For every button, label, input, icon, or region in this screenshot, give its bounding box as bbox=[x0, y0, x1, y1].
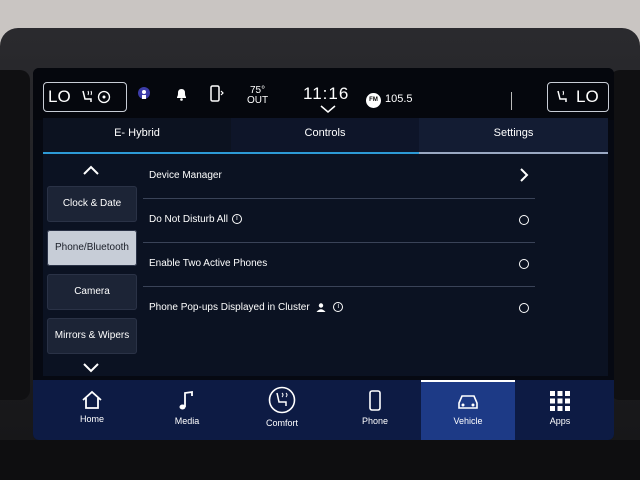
two-active-phones-label: Enable Two Active Phones bbox=[149, 258, 268, 269]
outside-temperature: 75° OUT bbox=[247, 86, 268, 106]
do-not-disturb-text: Do Not Disturb All bbox=[149, 214, 228, 225]
dock-media-button[interactable]: Media bbox=[140, 380, 234, 440]
passenger-temp-value: LO bbox=[576, 87, 599, 106]
two-active-phones-row[interactable]: Enable Two Active Phones bbox=[143, 242, 535, 287]
info-icon[interactable]: i bbox=[333, 302, 344, 313]
dock-phone-button[interactable]: Phone bbox=[328, 380, 422, 440]
driver-temp-value: LO bbox=[48, 87, 71, 106]
phone-popups-toggle[interactable] bbox=[519, 303, 529, 313]
status-divider bbox=[511, 92, 512, 110]
dock-vehicle-label: Vehicle bbox=[453, 416, 483, 426]
dock-apps-button[interactable]: Apps bbox=[513, 380, 607, 440]
tab-settings[interactable]: Settings bbox=[419, 118, 608, 154]
do-not-disturb-row[interactable]: Do Not Disturb All i bbox=[143, 198, 535, 243]
driver-assist-icon[interactable] bbox=[137, 86, 151, 102]
chevron-down-icon[interactable] bbox=[81, 362, 101, 374]
status-bar: LO 75° OUT 11:16 FM 105.5 LO bbox=[33, 68, 614, 120]
right-trim bbox=[610, 70, 640, 400]
top-tabs: E- Hybrid Controls Settings bbox=[43, 118, 608, 154]
nav-item-mirrors-wipers[interactable]: Mirrors & Wipers bbox=[47, 318, 137, 354]
phone-popups-label: Phone Pop-ups Displayed in Cluster i bbox=[149, 302, 344, 313]
chevron-right-icon bbox=[520, 168, 529, 182]
settings-panel: Clock & Date Phone/Bluetooth Camera Mirr… bbox=[43, 154, 608, 376]
heated-seat-icon bbox=[81, 90, 92, 102]
device-manager-label: Device Manager bbox=[149, 170, 222, 181]
car-icon bbox=[458, 395, 478, 409]
phone-popups-row[interactable]: Phone Pop-ups Displayed in Cluster i bbox=[143, 286, 535, 330]
bottom-dock: Home Media Comfort Phone Vehicle Apps bbox=[33, 380, 614, 440]
clock-display[interactable]: 11:16 bbox=[303, 84, 349, 104]
radio-frequency[interactable]: 105.5 bbox=[385, 93, 413, 105]
dock-media-label: Media bbox=[174, 416, 200, 426]
chevron-up-icon[interactable] bbox=[81, 164, 101, 176]
fm-band-badge[interactable]: FM bbox=[366, 93, 381, 108]
dock-phone-label: Phone bbox=[361, 416, 389, 426]
nav-item-clock-date[interactable]: Clock & Date bbox=[47, 186, 137, 222]
passenger-climate-button[interactable]: LO bbox=[547, 82, 609, 112]
nav-item-camera[interactable]: Camera bbox=[47, 274, 137, 310]
dock-home-button[interactable]: Home bbox=[45, 380, 139, 440]
music-note-icon bbox=[179, 390, 193, 410]
phone-popups-text: Phone Pop-ups Displayed in Cluster bbox=[149, 302, 310, 313]
left-trim bbox=[0, 70, 30, 400]
tab-e-hybrid[interactable]: E- Hybrid bbox=[43, 118, 231, 154]
comfort-icon bbox=[268, 386, 296, 414]
dock-home-label: Home bbox=[79, 414, 104, 424]
device-manager-row[interactable]: Device Manager bbox=[143, 154, 535, 199]
apps-grid-icon bbox=[550, 391, 570, 411]
dock-comfort-button[interactable]: Comfort bbox=[235, 380, 329, 440]
notification-bell-icon[interactable] bbox=[175, 87, 188, 101]
user-profile-icon bbox=[316, 303, 326, 312]
dock-vehicle-button[interactable]: Vehicle bbox=[421, 380, 515, 440]
driver-climate-button[interactable]: LO bbox=[43, 82, 127, 112]
outside-temp-label: OUT bbox=[247, 95, 269, 106]
settings-category-list: Clock & Date Phone/Bluetooth Camera Mirr… bbox=[47, 158, 140, 376]
phone-icon bbox=[369, 390, 381, 411]
passenger-heated-seat-icon bbox=[557, 90, 567, 102]
dock-comfort-label: Comfort bbox=[265, 418, 298, 428]
home-icon bbox=[82, 390, 102, 409]
dock-apps-label: Apps bbox=[549, 416, 571, 426]
tab-controls[interactable]: Controls bbox=[231, 118, 419, 154]
infotainment-screen: LO 75° OUT 11:16 FM 105.5 LO E- Hybrid C… bbox=[33, 68, 614, 440]
nav-item-phone-bluetooth[interactable]: Phone/Bluetooth bbox=[47, 230, 137, 266]
dashboard-lower bbox=[0, 440, 640, 480]
chevron-down-icon[interactable] bbox=[320, 105, 336, 113]
do-not-disturb-toggle[interactable] bbox=[519, 215, 529, 225]
info-icon[interactable]: i bbox=[231, 214, 242, 225]
heated-wheel-icon bbox=[97, 90, 110, 104]
phone-connected-icon[interactable] bbox=[209, 85, 225, 103]
two-active-phones-toggle[interactable] bbox=[519, 259, 529, 269]
do-not-disturb-label: Do Not Disturb All i bbox=[149, 214, 242, 225]
